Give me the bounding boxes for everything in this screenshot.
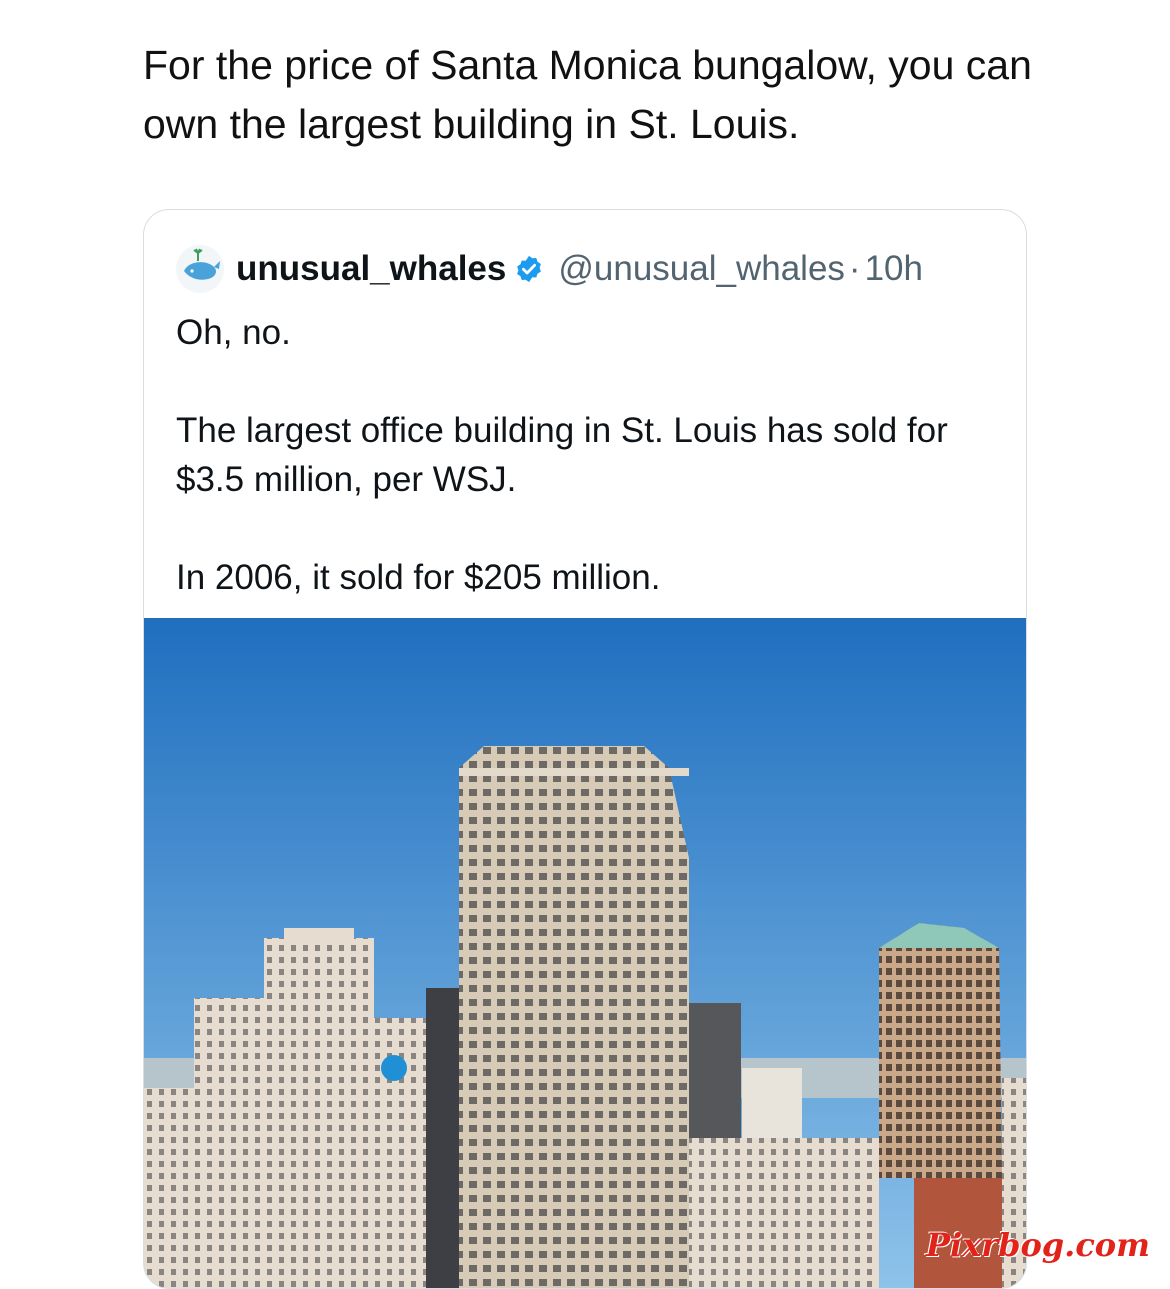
quoted-tweet-card[interactable]: unusual_whales @unusual_whales · 10h Oh,…	[143, 209, 1027, 1289]
watermark-text: Pixrbog.com	[925, 1226, 1150, 1264]
tweet-header: unusual_whales @unusual_whales · 10h	[176, 244, 923, 294]
tweet-line-2: The largest office building in St. Louis…	[176, 411, 948, 499]
whale-avatar-icon[interactable]	[176, 245, 224, 293]
display-name[interactable]: unusual_whales	[236, 249, 506, 289]
post-text: For the price of Santa Monica bungalow, …	[143, 42, 1032, 147]
skyline-photo	[144, 618, 1026, 1288]
tweet-line-3: In 2006, it sold for $205 million.	[176, 558, 661, 597]
separator-dot: ·	[848, 249, 861, 288]
tweet-photo[interactable]	[144, 618, 1026, 1288]
verified-badge-icon	[514, 254, 544, 284]
user-handle[interactable]: @unusual_whales	[558, 249, 845, 289]
tweet-line-1: Oh, no.	[176, 313, 291, 352]
timestamp[interactable]: 10h	[865, 249, 923, 289]
tweet-body: Oh, no. The largest office building in S…	[176, 308, 996, 602]
